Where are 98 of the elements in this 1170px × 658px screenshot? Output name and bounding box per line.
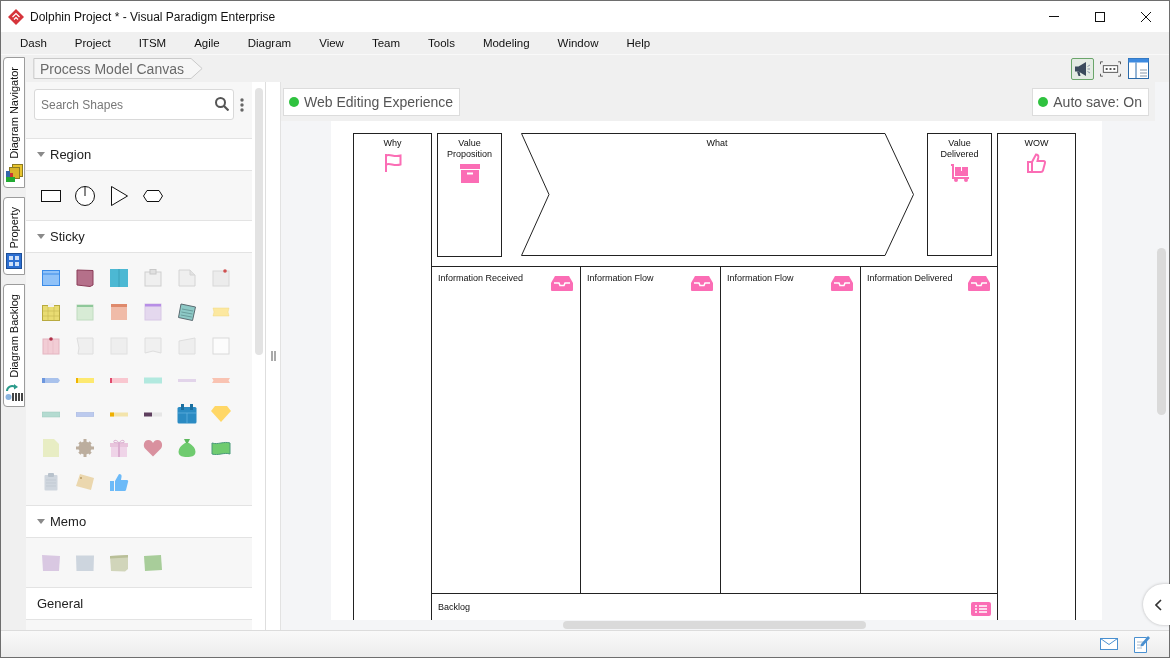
toolbar-button[interactable] xyxy=(1071,57,1094,80)
navigator-icon xyxy=(5,163,23,182)
sticky-note-icon[interactable] xyxy=(76,269,94,287)
thumbs-up-icon xyxy=(1026,153,1047,173)
inbox-icon xyxy=(968,276,990,291)
menu-item[interactable]: Diagram xyxy=(233,34,306,52)
inbox-icon xyxy=(691,276,713,291)
pinned-note-icon[interactable] xyxy=(42,337,60,355)
side-tab[interactable]: Diagram Navigator xyxy=(3,57,25,188)
menu-item[interactable]: View xyxy=(305,34,358,52)
edit-note-icon[interactable] xyxy=(1134,635,1151,653)
memo-note-icon[interactable] xyxy=(109,553,129,572)
menu-item[interactable]: Agile xyxy=(180,34,234,52)
shape-label: Information Flow xyxy=(587,273,654,284)
memo-note-icon[interactable] xyxy=(75,553,95,572)
shape-label: Information Delivered xyxy=(867,273,953,284)
search-field[interactable]: Search Shapes xyxy=(34,89,234,120)
diamond-icon[interactable] xyxy=(211,406,231,422)
mail-icon[interactable] xyxy=(1100,638,1118,650)
toolbar-button[interactable] xyxy=(1127,57,1150,80)
paper-note-icon[interactable] xyxy=(212,337,230,355)
clipboard-icon[interactable] xyxy=(44,473,58,491)
section-header[interactable]: General xyxy=(26,588,252,620)
tape-icon[interactable] xyxy=(144,410,162,418)
menu-item[interactable]: Tools xyxy=(414,34,469,52)
shape-label: Why xyxy=(383,138,402,149)
section-header[interactable]: Sticky xyxy=(26,221,252,253)
window-title: Dolphin Project * - Visual Paradigm Enterprise xyxy=(30,9,277,24)
pinned-note-icon[interactable] xyxy=(212,269,230,287)
chevron-left-icon xyxy=(1155,598,1162,611)
minimize-icon xyxy=(1049,16,1059,17)
scrollbar-thumb[interactable] xyxy=(563,621,866,629)
taped-note-icon[interactable] xyxy=(144,269,162,287)
shape-label: Information Received xyxy=(438,273,524,284)
menu-item[interactable]: Project xyxy=(60,34,125,52)
shape-label: What xyxy=(706,138,728,149)
scrollbar-thumb[interactable] xyxy=(255,88,263,355)
list-icon xyxy=(971,602,991,616)
paper-note-icon[interactable] xyxy=(76,337,94,355)
archive-box-icon xyxy=(459,164,480,183)
menu-item[interactable]: Window xyxy=(543,34,613,52)
grid-note-icon[interactable] xyxy=(42,303,60,321)
thumbs-up-icon[interactable] xyxy=(109,473,129,491)
memo-note-icon[interactable] xyxy=(143,553,163,572)
panel-layout-icon xyxy=(1128,58,1149,79)
more-icon[interactable] xyxy=(240,98,244,112)
calendar-icon[interactable] xyxy=(177,404,197,424)
menu-item[interactable]: ITSM xyxy=(124,34,181,52)
gift-icon[interactable] xyxy=(110,439,128,457)
rectangle-icon[interactable] xyxy=(41,189,61,202)
triangle-icon[interactable] xyxy=(110,185,128,206)
shape-label: Information Flow xyxy=(727,273,794,284)
cart-icon xyxy=(949,164,970,182)
breadcrumb[interactable]: Process Model Canvas xyxy=(33,58,203,79)
scrollbar-thumb[interactable] xyxy=(1157,248,1166,415)
paper-note-icon[interactable] xyxy=(178,337,196,355)
status-dot-icon xyxy=(289,97,299,107)
section-header[interactable]: Region xyxy=(26,139,252,171)
menu-item[interactable]: Team xyxy=(357,34,415,52)
menu-item[interactable]: Dash xyxy=(6,34,61,52)
memo-note-icon[interactable] xyxy=(41,553,61,572)
search-icon[interactable] xyxy=(215,97,229,111)
menu-item[interactable]: Modeling xyxy=(468,34,544,52)
megaphone-icon xyxy=(1075,61,1090,76)
status-dot-icon xyxy=(1038,97,1049,107)
tape-icon[interactable] xyxy=(110,376,128,384)
section-header[interactable]: Memo xyxy=(26,506,252,538)
shape-label: WOW xyxy=(1024,138,1049,149)
status-badge[interactable]: Web Editing Experience xyxy=(283,88,461,116)
maximize-icon xyxy=(1095,11,1105,22)
menu-item[interactable]: Help xyxy=(612,34,665,52)
side-tab[interactable]: Diagram Backlog xyxy=(3,284,25,408)
ribbon-icon[interactable] xyxy=(212,376,230,384)
shape-label: Value Proposition xyxy=(446,138,493,160)
shape-label: Backlog xyxy=(438,602,471,613)
hexagon-icon[interactable] xyxy=(143,189,163,202)
gear-icon[interactable] xyxy=(76,439,94,457)
notepad-icon[interactable] xyxy=(178,303,196,321)
inbox-icon xyxy=(831,276,853,291)
status-badge[interactable]: Auto save: On xyxy=(1032,88,1149,116)
shape-label: Value Delivered xyxy=(939,138,980,160)
property-icon xyxy=(6,253,22,270)
sticky-note-icon[interactable] xyxy=(110,303,128,321)
splitter-grip-icon[interactable] xyxy=(270,351,276,361)
folded-note-icon[interactable] xyxy=(178,269,196,287)
inbox-icon xyxy=(551,276,573,291)
heart-icon[interactable] xyxy=(143,439,163,457)
money-bag-icon[interactable] xyxy=(178,439,196,457)
side-tab[interactable]: Property xyxy=(3,196,25,276)
tag-icon[interactable] xyxy=(76,474,94,490)
document-icon[interactable] xyxy=(43,439,59,457)
backlog-icon xyxy=(5,383,23,402)
circle-icon[interactable] xyxy=(75,185,95,206)
flag-icon xyxy=(383,153,402,172)
close-icon xyxy=(1141,11,1151,22)
frame-icon xyxy=(1100,60,1121,77)
app-logo-icon xyxy=(8,8,24,25)
banknote-icon[interactable] xyxy=(211,441,231,455)
